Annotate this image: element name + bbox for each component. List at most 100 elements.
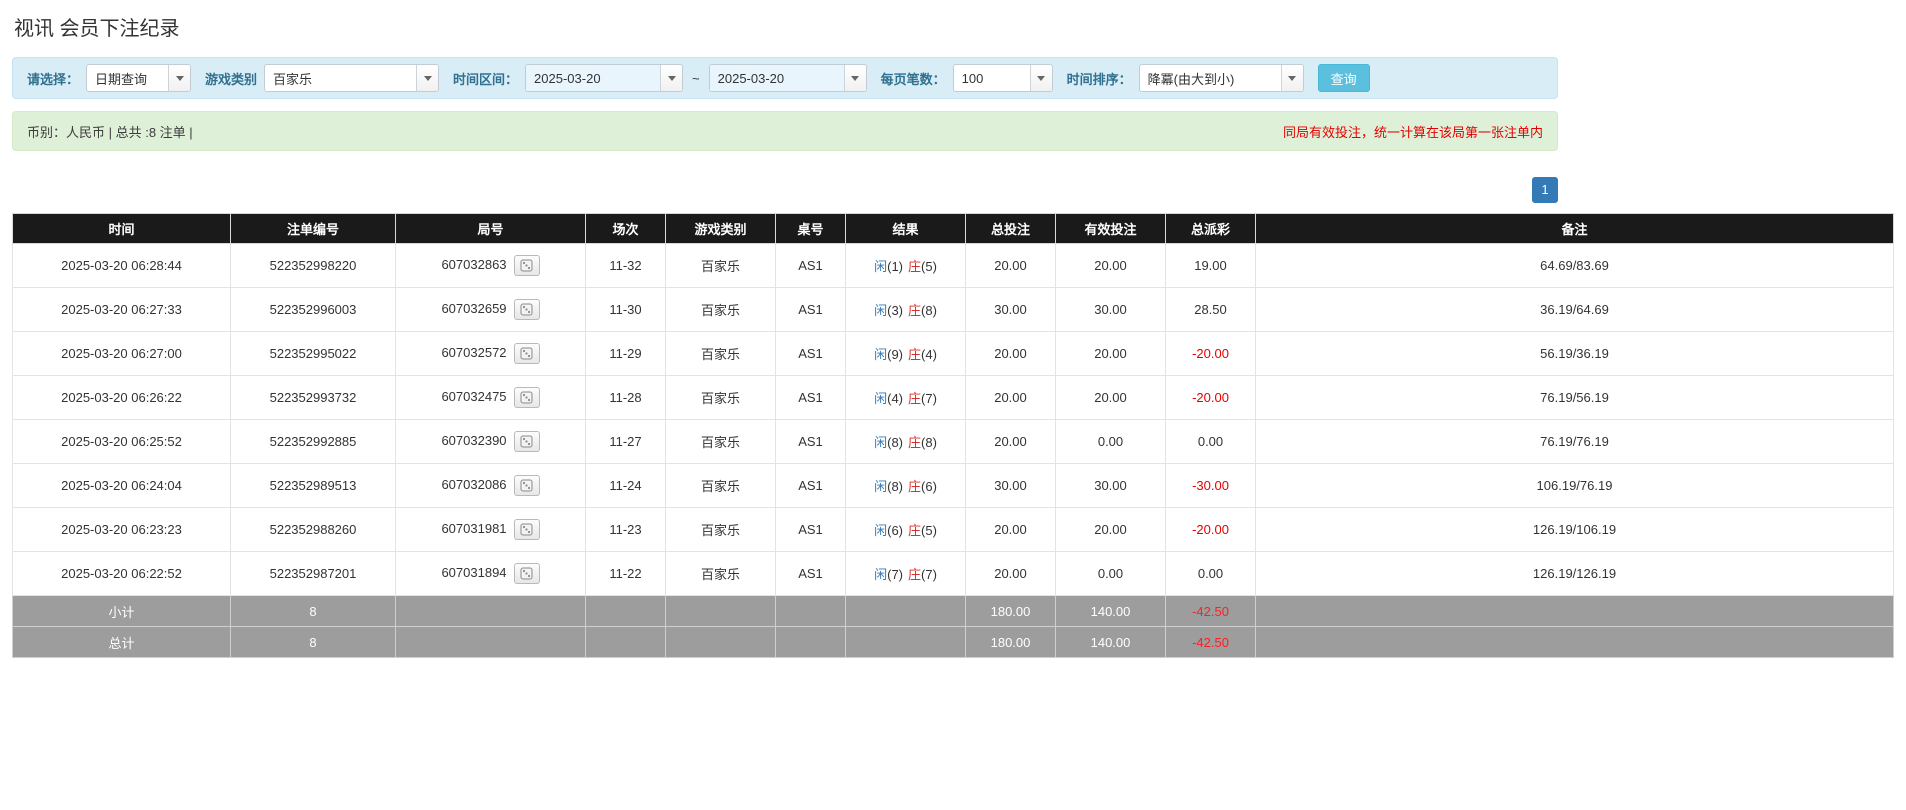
page-size-combo[interactable] bbox=[952, 64, 1053, 92]
cell-table-no: AS1 bbox=[775, 287, 846, 332]
round-number: 607032475 bbox=[441, 388, 507, 404]
chevron-down-icon[interactable] bbox=[416, 65, 439, 91]
filter-bar: 请选择： 游戏类别 时间区间： ~ bbox=[12, 57, 1558, 99]
cell-payout: -30.00 bbox=[1165, 463, 1256, 508]
query-type-combo[interactable] bbox=[86, 64, 192, 92]
cell-bet-id: 522352998220 bbox=[230, 243, 396, 288]
sort-combo[interactable] bbox=[1138, 64, 1304, 92]
result-player-label: 闲 bbox=[874, 303, 888, 318]
cell-session: 11-30 bbox=[585, 287, 666, 332]
date-to-combo[interactable] bbox=[708, 64, 867, 92]
cell-session: 11-24 bbox=[585, 463, 666, 508]
date-to-input[interactable] bbox=[709, 65, 844, 91]
result-player-value: (9) bbox=[887, 347, 903, 362]
subtotal-payout: -42.50 bbox=[1165, 595, 1256, 627]
round-number: 607032390 bbox=[441, 432, 507, 448]
cell-total-bet: 20.00 bbox=[965, 419, 1056, 464]
total-count: 8 bbox=[230, 626, 396, 658]
cell-remark: 76.19/56.19 bbox=[1255, 375, 1894, 420]
date-from-input[interactable] bbox=[526, 65, 661, 91]
cell-bet-id: 522352996003 bbox=[230, 287, 396, 332]
round-detail-button[interactable] bbox=[513, 299, 540, 320]
result-banker-value: (7) bbox=[921, 567, 937, 582]
col-header-round: 局号 bbox=[395, 213, 586, 244]
cell-result: 闲(6) 庄(5) bbox=[845, 507, 966, 552]
cell-result: 闲(7) 庄(7) bbox=[845, 551, 966, 596]
chevron-down-icon[interactable] bbox=[1280, 65, 1303, 91]
cell-table-no: AS1 bbox=[775, 463, 846, 508]
result-player-value: (1) bbox=[887, 259, 903, 274]
round-detail-button[interactable] bbox=[513, 563, 540, 584]
cell-result: 闲(1) 庄(5) bbox=[845, 243, 966, 288]
page-size-label: 每页笔数： bbox=[880, 71, 946, 87]
sort-input[interactable] bbox=[1139, 65, 1281, 91]
result-banker-label: 庄 bbox=[908, 303, 922, 318]
cell-game-type: 百家乐 bbox=[665, 243, 776, 288]
chevron-down-icon[interactable] bbox=[660, 65, 683, 91]
round-detail-button[interactable] bbox=[513, 343, 540, 364]
cell-total-bet: 20.00 bbox=[965, 507, 1056, 552]
date-range-label: 时间区间： bbox=[453, 71, 519, 87]
result-player-value: (4) bbox=[887, 391, 903, 406]
date-from-combo[interactable] bbox=[525, 64, 684, 92]
cell-valid-bet: 30.00 bbox=[1055, 287, 1166, 332]
cell-round: 607032086 bbox=[395, 463, 586, 508]
cell-time: 2025-03-20 06:22:52 bbox=[12, 551, 231, 596]
result-banker-value: (7) bbox=[921, 391, 937, 406]
dice-icon bbox=[520, 347, 533, 360]
round-detail-button[interactable] bbox=[513, 519, 540, 540]
cell-session: 11-28 bbox=[585, 375, 666, 420]
cell-valid-bet: 30.00 bbox=[1055, 463, 1166, 508]
cell-payout: -20.00 bbox=[1165, 331, 1256, 376]
cell-session: 11-22 bbox=[585, 551, 666, 596]
result-player-value: (3) bbox=[887, 303, 903, 318]
cell-valid-bet: 20.00 bbox=[1055, 331, 1166, 376]
dice-icon bbox=[520, 303, 533, 316]
currency-summary-text: 币别：人民币 | 总共 :8 注单 | bbox=[27, 124, 193, 140]
cell-result: 闲(3) 庄(8) bbox=[845, 287, 966, 332]
chevron-down-icon[interactable] bbox=[168, 65, 191, 91]
sort-group: 时间排序： bbox=[1067, 64, 1304, 92]
cell-remark: 76.19/76.19 bbox=[1255, 419, 1894, 464]
cell-table-no: AS1 bbox=[775, 551, 846, 596]
page-button-1[interactable]: 1 bbox=[1532, 177, 1558, 203]
result-player-value: (7) bbox=[887, 567, 903, 582]
cell-total-bet: 20.00 bbox=[965, 375, 1056, 420]
cell-time: 2025-03-20 06:27:33 bbox=[12, 287, 231, 332]
cell-game-type: 百家乐 bbox=[665, 375, 776, 420]
round-detail-button[interactable] bbox=[513, 475, 540, 496]
chevron-down-icon[interactable] bbox=[1029, 65, 1052, 91]
round-detail-button[interactable] bbox=[513, 387, 540, 408]
cell-valid-bet: 20.00 bbox=[1055, 375, 1166, 420]
cell-valid-bet: 20.00 bbox=[1055, 243, 1166, 288]
round-number: 607032572 bbox=[441, 344, 507, 360]
cell-table-no: AS1 bbox=[775, 331, 846, 376]
cell-session: 11-32 bbox=[585, 243, 666, 288]
result-banker-value: (8) bbox=[921, 303, 937, 318]
table-row: 2025-03-20 06:27:00 522352995022 6070325… bbox=[12, 331, 1894, 376]
game-type-input[interactable] bbox=[265, 65, 417, 91]
result-banker-label: 庄 bbox=[908, 347, 922, 362]
total-row: 总计 8 180.00 140.00 -42.50 bbox=[12, 626, 1894, 658]
cell-round: 607032863 bbox=[395, 243, 586, 288]
page-size-input[interactable] bbox=[953, 65, 1030, 91]
round-detail-button[interactable] bbox=[513, 431, 540, 452]
result-player-label: 闲 bbox=[874, 523, 888, 538]
result-banker-value: (5) bbox=[921, 523, 937, 538]
result-player-label: 闲 bbox=[874, 567, 888, 582]
cell-total-bet: 20.00 bbox=[965, 243, 1056, 288]
query-type-input[interactable] bbox=[87, 65, 169, 91]
search-button[interactable]: 查询 bbox=[1317, 64, 1370, 92]
dice-icon bbox=[520, 259, 533, 272]
date-range-group: 时间区间： ~ bbox=[453, 64, 867, 92]
result-banker-value: (5) bbox=[921, 259, 937, 274]
col-header-session: 场次 bbox=[585, 213, 666, 244]
chevron-down-icon[interactable] bbox=[843, 65, 866, 91]
round-detail-button[interactable] bbox=[513, 255, 540, 276]
round-number: 607032863 bbox=[441, 256, 507, 272]
total-payout: -42.50 bbox=[1165, 626, 1256, 658]
pagination: 1 bbox=[12, 177, 1558, 203]
table-row: 2025-03-20 06:28:44 522352998220 6070328… bbox=[12, 243, 1894, 288]
result-player-value: (8) bbox=[887, 479, 903, 494]
game-type-combo[interactable] bbox=[264, 64, 440, 92]
